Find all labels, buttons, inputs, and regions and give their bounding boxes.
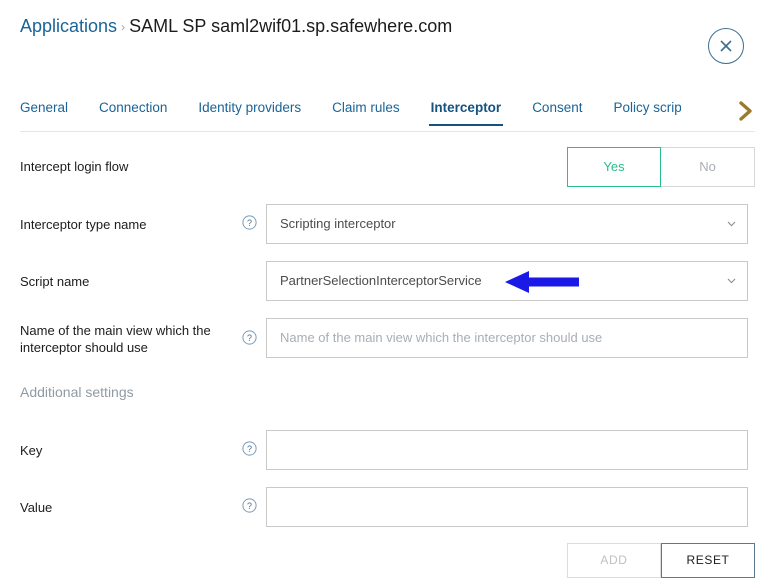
label-script-name: Script name [20, 274, 90, 289]
label-intercept-login-flow: Intercept login flow [20, 159, 129, 174]
main-view-name-placeholder: Name of the main view which the intercep… [280, 330, 603, 345]
additional-settings-heading: Additional settings [20, 384, 134, 400]
tab-bar: General Connection Identity providers Cl… [0, 96, 761, 132]
tab-identity-providers[interactable]: Identity providers [198, 98, 301, 126]
label-key: Key [20, 443, 43, 458]
label-main-view-name: Name of the main view which the intercep… [20, 323, 211, 355]
svg-text:?: ? [247, 444, 252, 454]
tabs-next-button[interactable] [733, 96, 759, 126]
toggle-option-no[interactable]: No [661, 147, 755, 187]
toggle-option-yes[interactable]: Yes [567, 147, 661, 187]
svg-text:?: ? [247, 501, 252, 511]
breadcrumb-separator-icon: › [121, 20, 126, 34]
tab-list: General Connection Identity providers Cl… [20, 98, 681, 126]
add-button[interactable]: ADD [567, 543, 661, 578]
value-input[interactable] [266, 487, 748, 527]
script-name-value: PartnerSelectionInterceptorService [280, 273, 482, 288]
breadcrumb-link-applications[interactable]: Applications [20, 16, 117, 36]
breadcrumb-current: SAML SP saml2wif01.sp.safewhere.com [129, 16, 453, 36]
label-interceptor-type-name: Interceptor type name [20, 217, 147, 232]
tab-interceptor[interactable]: Interceptor [428, 98, 503, 126]
svg-text:?: ? [247, 218, 252, 228]
tabs-divider [20, 131, 755, 132]
tab-connection[interactable]: Connection [99, 98, 167, 126]
help-icon-value[interactable]: ? [242, 498, 257, 513]
reset-button[interactable]: RESET [661, 543, 755, 578]
script-name-select[interactable]: PartnerSelectionInterceptorService [266, 261, 748, 301]
help-icon-key[interactable]: ? [242, 441, 257, 456]
key-input[interactable] [266, 430, 748, 470]
interceptor-type-name-select[interactable]: Scripting interceptor [266, 204, 748, 244]
close-icon [709, 29, 743, 63]
label-value: Value [20, 500, 53, 515]
chevron-down-icon [727, 278, 736, 284]
chevron-down-icon [727, 221, 736, 227]
tab-claim-rules[interactable]: Claim rules [332, 98, 400, 126]
main-view-name-input[interactable]: Name of the main view which the intercep… [266, 318, 748, 358]
tab-general[interactable]: General [20, 98, 68, 126]
page-header: Applications › SAML SP saml2wif01.sp.safew… [0, 0, 761, 92]
form-actions: ADD RESET [567, 543, 755, 578]
chevron-right-icon [733, 101, 759, 130]
svg-text:?: ? [247, 333, 252, 343]
close-button[interactable] [708, 28, 744, 64]
tab-policy-script[interactable]: Policy script [613, 98, 681, 126]
help-icon-interceptor-type-name[interactable]: ? [242, 215, 257, 230]
help-icon-main-view-name[interactable]: ? [242, 330, 257, 345]
intercept-login-flow-toggle[interactable]: Yes No [567, 147, 755, 187]
interceptor-type-name-value: Scripting interceptor [280, 216, 396, 231]
breadcrumb: Applications › SAML SP saml2wif01.sp.safew… [20, 14, 452, 40]
tab-consent[interactable]: Consent [532, 98, 582, 126]
